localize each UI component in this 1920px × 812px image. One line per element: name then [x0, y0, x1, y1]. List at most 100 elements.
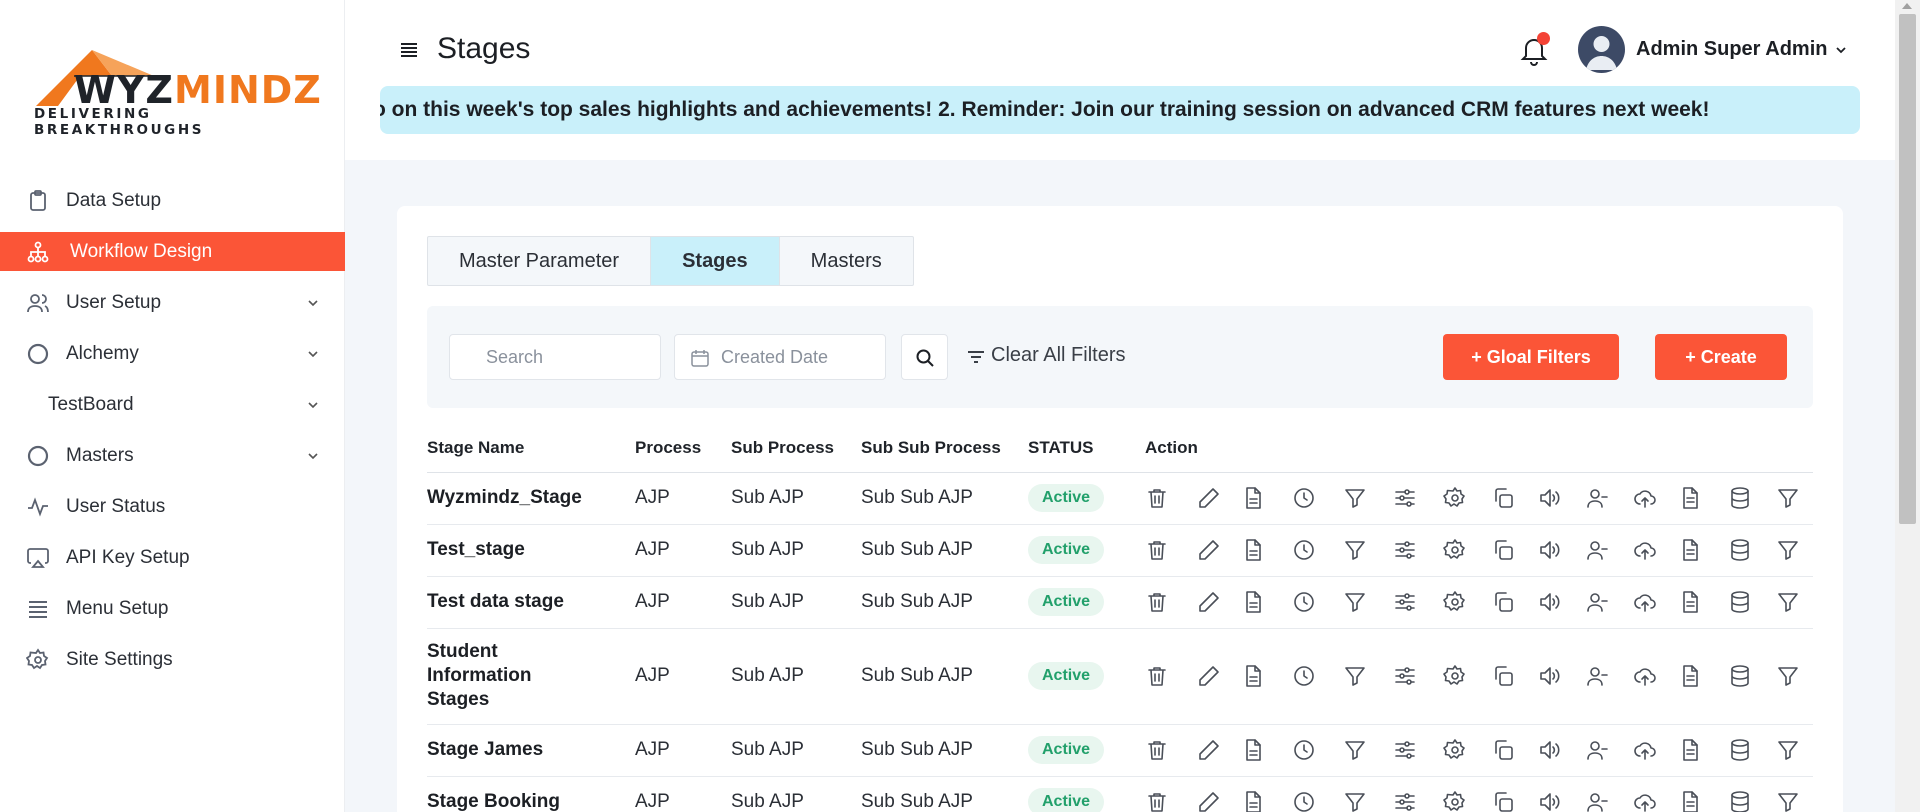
sidebar-item-masters[interactable]: Masters — [0, 430, 345, 481]
trash-icon[interactable] — [1145, 590, 1169, 614]
column-header[interactable]: Stage Name — [427, 424, 635, 473]
menu-toggle-icon[interactable] — [399, 40, 419, 60]
column-header[interactable]: Process — [635, 424, 731, 473]
clock-icon[interactable] — [1292, 538, 1316, 562]
sliders-icon[interactable] — [1393, 790, 1417, 812]
edit-icon[interactable] — [1197, 738, 1221, 762]
clock-icon[interactable] — [1292, 590, 1316, 614]
sidebar-item-user-status[interactable]: User Status — [0, 481, 345, 532]
gear-icon[interactable] — [1443, 538, 1467, 562]
document-icon[interactable] — [1241, 538, 1265, 562]
database-icon[interactable] — [1728, 590, 1752, 614]
column-header[interactable]: STATUS — [1028, 424, 1145, 473]
tab-masters[interactable]: Masters — [780, 237, 913, 285]
chevron-down-icon[interactable] — [307, 348, 319, 360]
edit-icon[interactable] — [1197, 486, 1221, 510]
search-field[interactable] — [449, 334, 661, 380]
sidebar-item-workflow-design[interactable]: Workflow Design — [0, 232, 345, 271]
sidebar-item-testboard[interactable]: TestBoard — [0, 379, 345, 430]
database-icon[interactable] — [1728, 738, 1752, 762]
user-minus-icon[interactable] — [1585, 664, 1609, 688]
trash-icon[interactable] — [1145, 738, 1169, 762]
created-date-field[interactable] — [674, 334, 886, 380]
database-icon[interactable] — [1728, 486, 1752, 510]
copy-icon[interactable] — [1491, 486, 1515, 510]
filter-icon[interactable] — [1343, 538, 1367, 562]
speaker-icon[interactable] — [1537, 738, 1561, 762]
scroll-up-arrow-icon[interactable] — [1902, 3, 1912, 9]
tab-master-parameter[interactable]: Master Parameter — [428, 237, 652, 285]
clock-icon[interactable] — [1292, 486, 1316, 510]
search-input[interactable] — [486, 347, 656, 368]
scrollbar-thumb[interactable] — [1899, 14, 1916, 524]
funnel-icon[interactable] — [1776, 790, 1800, 812]
database-icon[interactable] — [1728, 664, 1752, 688]
avatar[interactable] — [1578, 26, 1625, 73]
filter-icon[interactable] — [1343, 590, 1367, 614]
file-text-icon[interactable] — [1678, 486, 1702, 510]
copy-icon[interactable] — [1491, 590, 1515, 614]
chevron-down-icon[interactable] — [307, 399, 319, 411]
file-text-icon[interactable] — [1678, 664, 1702, 688]
upload-cloud-icon[interactable] — [1633, 538, 1657, 562]
sidebar-item-api-key-setup[interactable]: API Key Setup — [0, 532, 345, 583]
user-name[interactable]: Admin Super Admin — [1636, 38, 1827, 61]
copy-icon[interactable] — [1491, 738, 1515, 762]
document-icon[interactable] — [1241, 486, 1265, 510]
file-text-icon[interactable] — [1678, 790, 1702, 812]
company-logo[interactable]: WYZMINDZ DELIVERING BREAKTHROUGHS — [34, 50, 321, 138]
funnel-icon[interactable] — [1776, 538, 1800, 562]
document-icon[interactable] — [1241, 590, 1265, 614]
copy-icon[interactable] — [1491, 664, 1515, 688]
filter-icon[interactable] — [1343, 738, 1367, 762]
filter-icon[interactable] — [1343, 790, 1367, 812]
filter-icon[interactable] — [1343, 664, 1367, 688]
document-icon[interactable] — [1241, 790, 1265, 812]
sidebar-item-site-settings[interactable]: Site Settings — [0, 634, 345, 685]
document-icon[interactable] — [1241, 664, 1265, 688]
file-text-icon[interactable] — [1678, 590, 1702, 614]
copy-icon[interactable] — [1491, 790, 1515, 812]
user-minus-icon[interactable] — [1585, 538, 1609, 562]
edit-icon[interactable] — [1197, 790, 1221, 812]
create-button[interactable]: + Create — [1655, 334, 1787, 380]
file-text-icon[interactable] — [1678, 538, 1702, 562]
gear-icon[interactable] — [1443, 486, 1467, 510]
edit-icon[interactable] — [1197, 590, 1221, 614]
clear-all-filters-button[interactable]: Clear All Filters — [967, 344, 1125, 367]
edit-icon[interactable] — [1197, 538, 1221, 562]
sidebar-item-menu-setup[interactable]: Menu Setup — [0, 583, 345, 634]
clock-icon[interactable] — [1292, 790, 1316, 812]
sliders-icon[interactable] — [1393, 538, 1417, 562]
upload-cloud-icon[interactable] — [1633, 590, 1657, 614]
tab-stages[interactable]: Stages — [651, 237, 780, 285]
sidebar-item-data-setup[interactable]: Data Setup — [0, 175, 345, 226]
speaker-icon[interactable] — [1537, 590, 1561, 614]
sidebar-item-user-setup[interactable]: User Setup — [0, 277, 345, 328]
funnel-icon[interactable] — [1776, 486, 1800, 510]
gear-icon[interactable] — [1443, 664, 1467, 688]
user-minus-icon[interactable] — [1585, 486, 1609, 510]
trash-icon[interactable] — [1145, 790, 1169, 812]
upload-cloud-icon[interactable] — [1633, 790, 1657, 812]
sliders-icon[interactable] — [1393, 664, 1417, 688]
column-header[interactable]: Sub Sub Process — [861, 424, 1028, 473]
speaker-icon[interactable] — [1537, 664, 1561, 688]
user-minus-icon[interactable] — [1585, 590, 1609, 614]
file-text-icon[interactable] — [1678, 738, 1702, 762]
trash-icon[interactable] — [1145, 538, 1169, 562]
database-icon[interactable] — [1728, 790, 1752, 812]
user-minus-icon[interactable] — [1585, 790, 1609, 812]
gear-icon[interactable] — [1443, 790, 1467, 812]
search-button[interactable] — [901, 334, 948, 380]
notification-bell[interactable] — [1520, 32, 1550, 66]
upload-cloud-icon[interactable] — [1633, 486, 1657, 510]
chevron-down-icon[interactable] — [1835, 44, 1847, 56]
user-minus-icon[interactable] — [1585, 738, 1609, 762]
copy-icon[interactable] — [1491, 538, 1515, 562]
column-header[interactable]: Sub Process — [731, 424, 861, 473]
speaker-icon[interactable] — [1537, 486, 1561, 510]
sliders-icon[interactable] — [1393, 590, 1417, 614]
funnel-icon[interactable] — [1776, 664, 1800, 688]
global-filters-button[interactable]: + Gloal Filters — [1443, 334, 1619, 380]
